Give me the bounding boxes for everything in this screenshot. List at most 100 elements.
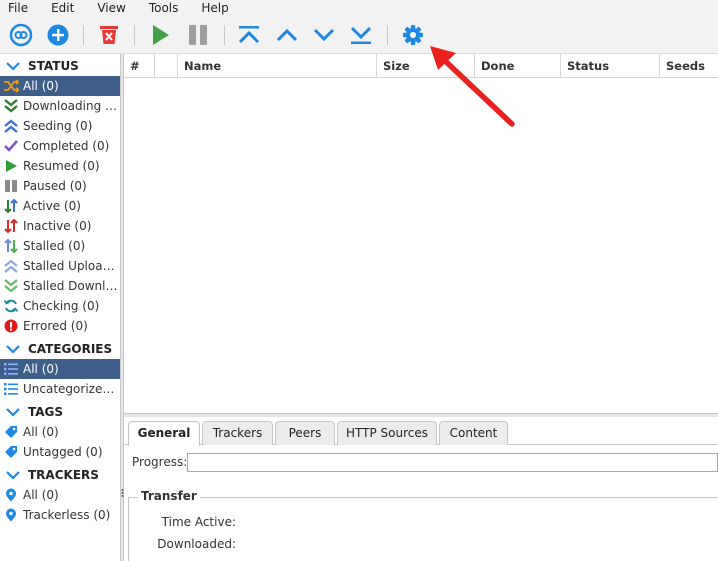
status-filter-stalled-downloading[interactable]: Stalled Downlo… (0, 276, 120, 296)
menu-help[interactable]: Help (193, 0, 228, 16)
all-shuffle-icon (3, 78, 19, 94)
menu-tools[interactable]: Tools (141, 0, 179, 16)
resume-button[interactable] (147, 22, 173, 48)
progress-row: Progress: (124, 453, 718, 473)
chevron-down-icon (2, 403, 24, 421)
status-section-header[interactable]: STATUS (0, 57, 120, 75)
stalled-uploading-icon (3, 258, 19, 274)
errored-icon (3, 318, 19, 334)
categories-section-title: CATEGORIES (28, 342, 113, 356)
tag-filter-all[interactable]: All (0) (0, 422, 120, 442)
status-filter-errored[interactable]: Errored (0) (0, 316, 120, 336)
column-header-size[interactable]: Size (376, 54, 474, 78)
status-filter-completed[interactable]: Completed (0) (0, 136, 120, 156)
chevron-down-icon (2, 57, 24, 75)
tab-peers[interactable]: Peers (275, 421, 335, 445)
add-link-button[interactable] (8, 22, 34, 48)
properties-tabs: General Trackers Peers HTTP Sources Cont… (124, 417, 718, 446)
tag-icon (3, 424, 19, 440)
resumed-play-icon (3, 158, 19, 174)
decrease-priority-button[interactable] (311, 22, 337, 48)
toolbar-separator (134, 25, 135, 45)
column-header-queue[interactable]: # (124, 54, 154, 78)
status-filter-label: Stalled Downlo… (23, 279, 120, 293)
top-priority-icon (238, 26, 260, 44)
seeding-icon (3, 118, 19, 134)
downloading-icon (3, 98, 19, 114)
tracker-filter-label: Trackerless (0) (23, 508, 111, 522)
transfer-group-border (128, 497, 129, 561)
location-pin-icon (3, 487, 19, 503)
increase-priority-icon (276, 28, 298, 42)
pause-icon (189, 25, 207, 45)
column-header-name[interactable]: Name (177, 54, 376, 78)
status-filter-active[interactable]: Active (0) (0, 196, 120, 216)
options-button[interactable] (400, 22, 426, 48)
tab-general[interactable]: General (128, 421, 200, 446)
status-filter-label: All (0) (23, 79, 59, 93)
tab-content[interactable]: Content (439, 421, 508, 445)
status-filter-downloading[interactable]: Downloading (0) (0, 96, 120, 116)
trackers-section-header[interactable]: TRACKERS (0, 466, 120, 484)
resume-icon (153, 25, 169, 45)
torrent-list[interactable]: # Name Size Done Status Seeds (124, 54, 718, 413)
status-filter-label: Paused (0) (23, 179, 87, 193)
toolbar-separator (83, 25, 84, 45)
categories-section-header[interactable]: CATEGORIES (0, 340, 120, 358)
list-icon (3, 381, 19, 397)
add-torrent-button[interactable] (45, 22, 71, 48)
options-gear-icon (403, 25, 423, 45)
status-filter-stalled[interactable]: Stalled (0) (0, 236, 120, 256)
filters-sidebar: STATUS All (0) Downloading (0) Seeding (… (0, 54, 120, 561)
checking-refresh-icon (3, 298, 19, 314)
tab-http-sources[interactable]: HTTP Sources (337, 421, 437, 445)
column-header-status[interactable]: Status (560, 54, 659, 78)
menu-edit[interactable]: Edit (43, 0, 74, 16)
status-filter-label: Active (0) (23, 199, 81, 213)
status-filter-label: Errored (0) (23, 319, 88, 333)
column-header-done[interactable]: Done (474, 54, 560, 78)
category-filter-label: Uncategorized (0) (23, 382, 120, 396)
completed-check-icon (3, 138, 19, 154)
status-filter-checking[interactable]: Checking (0) (0, 296, 120, 316)
menu-file[interactable]: File (0, 0, 28, 16)
status-filter-label: Checking (0) (23, 299, 100, 313)
increase-priority-button[interactable] (274, 22, 300, 48)
status-filter-label: Stalled (0) (23, 239, 86, 253)
tags-section-header[interactable]: TAGS (0, 403, 120, 421)
bottom-priority-button[interactable] (348, 22, 374, 48)
top-priority-button[interactable] (236, 22, 262, 48)
category-filter-label: All (0) (23, 362, 59, 376)
pause-button[interactable] (185, 22, 211, 48)
column-header-icon[interactable] (154, 54, 177, 78)
status-filter-resumed[interactable]: Resumed (0) (0, 156, 120, 176)
category-filter-all[interactable]: All (0) (0, 359, 120, 379)
status-filter-paused[interactable]: Paused (0) (0, 176, 120, 196)
status-filter-all[interactable]: All (0) (0, 76, 120, 96)
delete-icon (100, 26, 118, 44)
tag-filter-untagged[interactable]: Untagged (0) (0, 442, 120, 462)
column-header-seeds[interactable]: Seeds (659, 54, 718, 78)
chevron-down-icon (2, 466, 24, 484)
toolbar-separator (224, 25, 225, 45)
progress-label: Progress: (132, 455, 188, 469)
status-filter-seeding[interactable]: Seeding (0) (0, 116, 120, 136)
location-pin-icon (3, 507, 19, 523)
status-filter-label: Seeding (0) (23, 119, 93, 133)
tracker-filter-all[interactable]: All (0) (0, 485, 120, 505)
tags-section-title: TAGS (28, 405, 64, 419)
chevron-down-icon (2, 340, 24, 358)
category-filter-uncategorized[interactable]: Uncategorized (0) (0, 379, 120, 399)
status-filter-label: Completed (0) (23, 139, 110, 153)
status-filter-inactive[interactable]: Inactive (0) (0, 216, 120, 236)
status-filter-stalled-uploading[interactable]: Stalled Uploadi… (0, 256, 120, 276)
stalled-arrows-icon (3, 238, 19, 254)
tracker-filter-trackerless[interactable]: Trackerless (0) (0, 505, 120, 525)
add-torrent-icon (47, 24, 69, 46)
tab-trackers[interactable]: Trackers (202, 421, 273, 445)
menu-view[interactable]: View (89, 0, 125, 16)
transfer-group-border (128, 497, 718, 498)
delete-button[interactable] (96, 22, 122, 48)
trackers-section-title: TRACKERS (28, 468, 99, 482)
stalled-downloading-icon (3, 278, 19, 294)
